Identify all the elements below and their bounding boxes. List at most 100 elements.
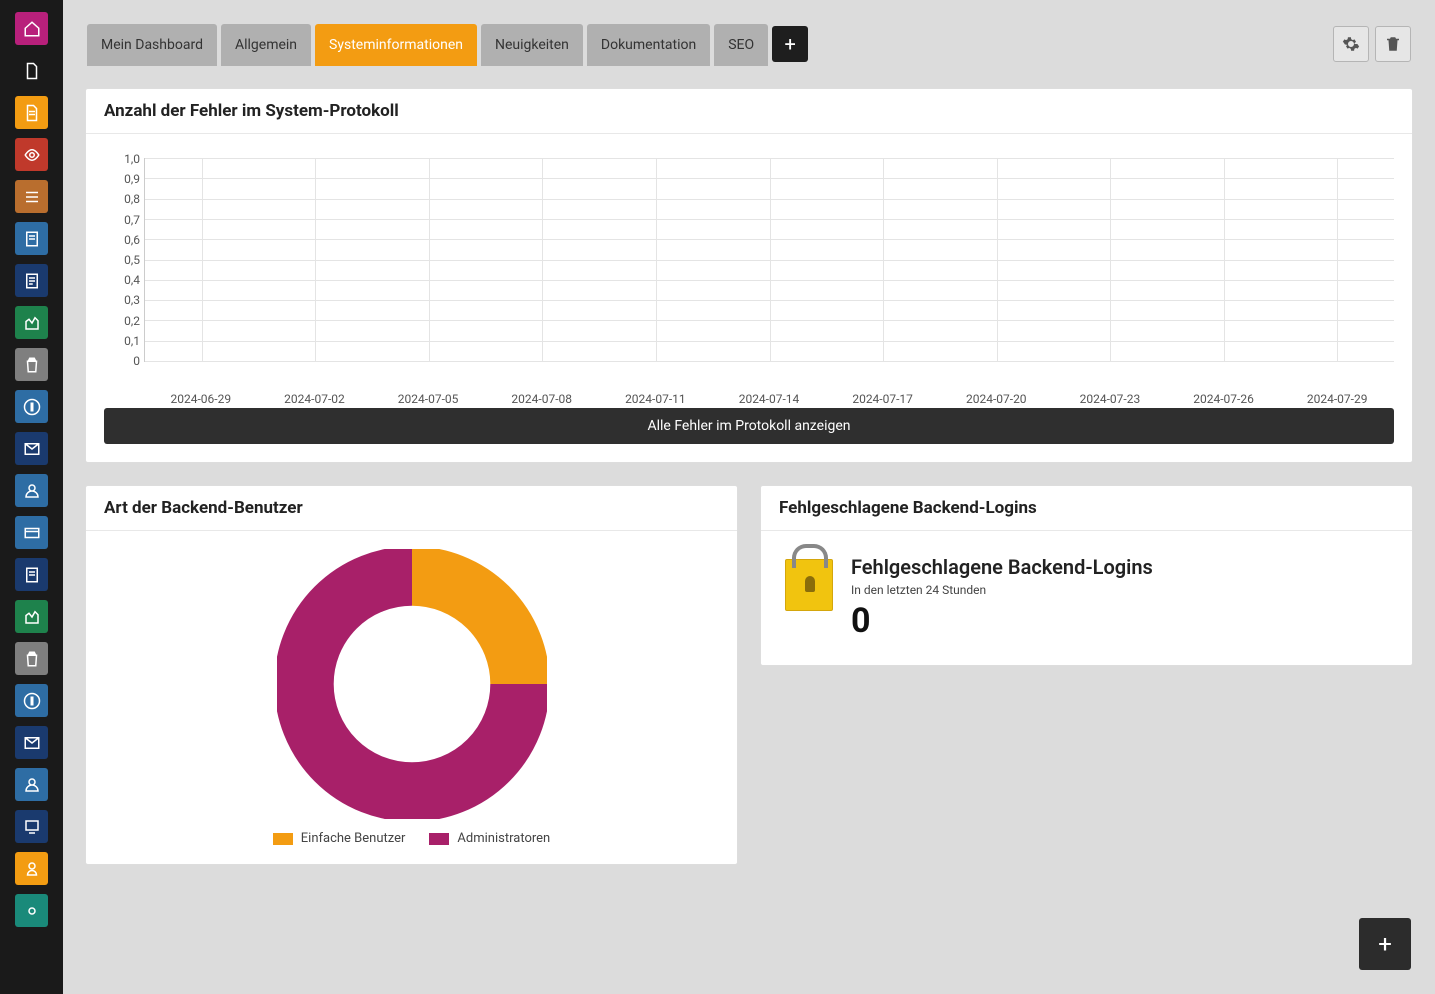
donut-legend: Einfache Benutzer Administratoren bbox=[273, 831, 550, 846]
sidebar-item-person-icon[interactable] bbox=[15, 852, 48, 885]
user2-icon bbox=[23, 776, 41, 794]
sidebar-item-mail-icon[interactable] bbox=[15, 432, 48, 465]
file-icon bbox=[23, 62, 41, 80]
y-tick: 0 bbox=[133, 354, 140, 368]
show-all-errors-button[interactable]: Alle Fehler im Protokoll anzeigen bbox=[104, 408, 1394, 444]
y-tick: 1,0 bbox=[124, 152, 140, 166]
tab-allgemein[interactable]: Allgemein bbox=[221, 24, 311, 66]
y-tick: 0,3 bbox=[124, 293, 140, 307]
mail-icon bbox=[23, 440, 41, 458]
tab-dokumentation[interactable]: Dokumentation bbox=[587, 24, 710, 66]
sidebar-item-page-icon[interactable] bbox=[15, 222, 48, 255]
y-tick: 0,5 bbox=[124, 253, 140, 267]
x-tick: 2024-07-02 bbox=[284, 392, 345, 406]
add-tab-button[interactable]: + bbox=[772, 26, 808, 62]
document-icon bbox=[23, 104, 41, 122]
info-icon bbox=[23, 398, 41, 416]
y-tick: 0,8 bbox=[124, 192, 140, 206]
sidebar-item-home-icon[interactable] bbox=[15, 12, 48, 45]
tab-systeminformationen[interactable]: Systeminformationen bbox=[315, 24, 477, 66]
settings-icon bbox=[23, 902, 41, 920]
tab-tools bbox=[1333, 26, 1411, 62]
sidebar-item-eye-icon[interactable] bbox=[15, 138, 48, 171]
donut-slice-einfache-benutzer bbox=[412, 576, 520, 684]
second-row: Art der Backend-Benutzer Einfache Benutz… bbox=[85, 485, 1413, 887]
legend-swatch bbox=[273, 833, 293, 845]
fab-add-button[interactable]: + bbox=[1359, 918, 1411, 970]
users-card-title: Art der Backend-Benutzer bbox=[86, 486, 737, 531]
badge-icon bbox=[23, 818, 41, 836]
y-tick: 0,2 bbox=[124, 314, 140, 328]
y-tick: 0,7 bbox=[124, 213, 140, 227]
legend-label: Einfache Benutzer bbox=[301, 831, 406, 846]
sidebar-item-page-alt-icon[interactable] bbox=[15, 264, 48, 297]
delete-button[interactable] bbox=[1375, 26, 1411, 62]
y-axis: 1,00,90,80,70,60,50,40,30,20,10 bbox=[104, 152, 140, 368]
gear-icon bbox=[1342, 35, 1360, 53]
chart2-icon bbox=[23, 608, 41, 626]
sidebar-item-document-icon[interactable] bbox=[15, 96, 48, 129]
sidebar-item-settings-icon[interactable] bbox=[15, 894, 48, 927]
person-icon bbox=[23, 860, 41, 878]
x-tick: 2024-07-05 bbox=[398, 392, 459, 406]
sidebar-item-user2-icon[interactable] bbox=[15, 768, 48, 801]
info2-icon bbox=[23, 692, 41, 710]
logins-card-body: Fehlgeschlagene Backend-Logins In den le… bbox=[761, 531, 1412, 665]
page-icon bbox=[23, 230, 41, 248]
sidebar-item-badge-icon[interactable] bbox=[15, 810, 48, 843]
legend-item: Administratoren bbox=[429, 831, 550, 846]
y-tick: 0,4 bbox=[124, 273, 140, 287]
line-chart: 1,00,90,80,70,60,50,40,30,20,10 2024-06-… bbox=[104, 152, 1394, 392]
chart-icon bbox=[23, 314, 41, 332]
sidebar-item-file-icon[interactable] bbox=[15, 54, 48, 87]
x-tick: 2024-07-20 bbox=[966, 392, 1027, 406]
content: Anzahl der Fehler im System-Protokoll 1,… bbox=[63, 66, 1435, 909]
tabbar: Mein DashboardAllgemeinSysteminformation… bbox=[63, 0, 1435, 66]
list-icon bbox=[23, 188, 41, 206]
y-tick: 0,9 bbox=[124, 172, 140, 186]
tab-mein-dashboard[interactable]: Mein Dashboard bbox=[87, 24, 217, 66]
errors-card-title: Anzahl der Fehler im System-Protokoll bbox=[86, 89, 1412, 134]
x-tick: 2024-07-08 bbox=[511, 392, 572, 406]
sidebar-item-user-icon[interactable] bbox=[15, 474, 48, 507]
sidebar-item-mail2-icon[interactable] bbox=[15, 726, 48, 759]
logins-card-title: Fehlgeschlagene Backend-Logins bbox=[761, 486, 1412, 531]
sidebar-item-trash2-icon[interactable] bbox=[15, 642, 48, 675]
tab-seo[interactable]: SEO bbox=[714, 24, 768, 66]
tab-neuigkeiten[interactable]: Neuigkeiten bbox=[481, 24, 583, 66]
legend-label: Administratoren bbox=[457, 831, 550, 846]
x-tick: 2024-07-29 bbox=[1307, 392, 1368, 406]
trash2-icon bbox=[23, 650, 41, 668]
x-tick: 2024-07-14 bbox=[739, 392, 800, 406]
x-tick: 2024-07-17 bbox=[852, 392, 913, 406]
sidebar-item-list-icon[interactable] bbox=[15, 180, 48, 213]
logins-heading: Fehlgeschlagene Backend-Logins bbox=[851, 555, 1153, 579]
card-icon bbox=[23, 524, 41, 542]
sidebar-item-page2-icon[interactable] bbox=[15, 558, 48, 591]
donut-svg bbox=[277, 549, 547, 819]
sidebar-item-chart2-icon[interactable] bbox=[15, 600, 48, 633]
home-icon bbox=[23, 20, 41, 38]
sidebar-item-chart-icon[interactable] bbox=[15, 306, 48, 339]
eye-icon bbox=[23, 146, 41, 164]
mail2-icon bbox=[23, 734, 41, 752]
logins-count: 0 bbox=[851, 601, 1153, 641]
x-tick: 2024-07-11 bbox=[625, 392, 686, 406]
donut-chart: Einfache Benutzer Administratoren bbox=[86, 531, 737, 864]
sidebar-item-trash-icon[interactable] bbox=[15, 348, 48, 381]
legend-swatch bbox=[429, 833, 449, 845]
sidebar-item-info-icon[interactable] bbox=[15, 390, 48, 423]
lock-icon bbox=[785, 559, 833, 611]
sidebar-item-card-icon[interactable] bbox=[15, 516, 48, 549]
settings-button[interactable] bbox=[1333, 26, 1369, 62]
logins-card: Fehlgeschlagene Backend-Logins Fehlgesch… bbox=[760, 485, 1413, 666]
y-tick: 0,6 bbox=[124, 233, 140, 247]
trash-icon bbox=[23, 356, 41, 374]
x-tick: 2024-06-29 bbox=[171, 392, 232, 406]
logins-subtitle: In den letzten 24 Stunden bbox=[851, 583, 1153, 597]
legend-item: Einfache Benutzer bbox=[273, 831, 406, 846]
page-alt-icon bbox=[23, 272, 41, 290]
sidebar-item-info2-icon[interactable] bbox=[15, 684, 48, 717]
users-card: Art der Backend-Benutzer Einfache Benutz… bbox=[85, 485, 738, 865]
errors-card: Anzahl der Fehler im System-Protokoll 1,… bbox=[85, 88, 1413, 463]
